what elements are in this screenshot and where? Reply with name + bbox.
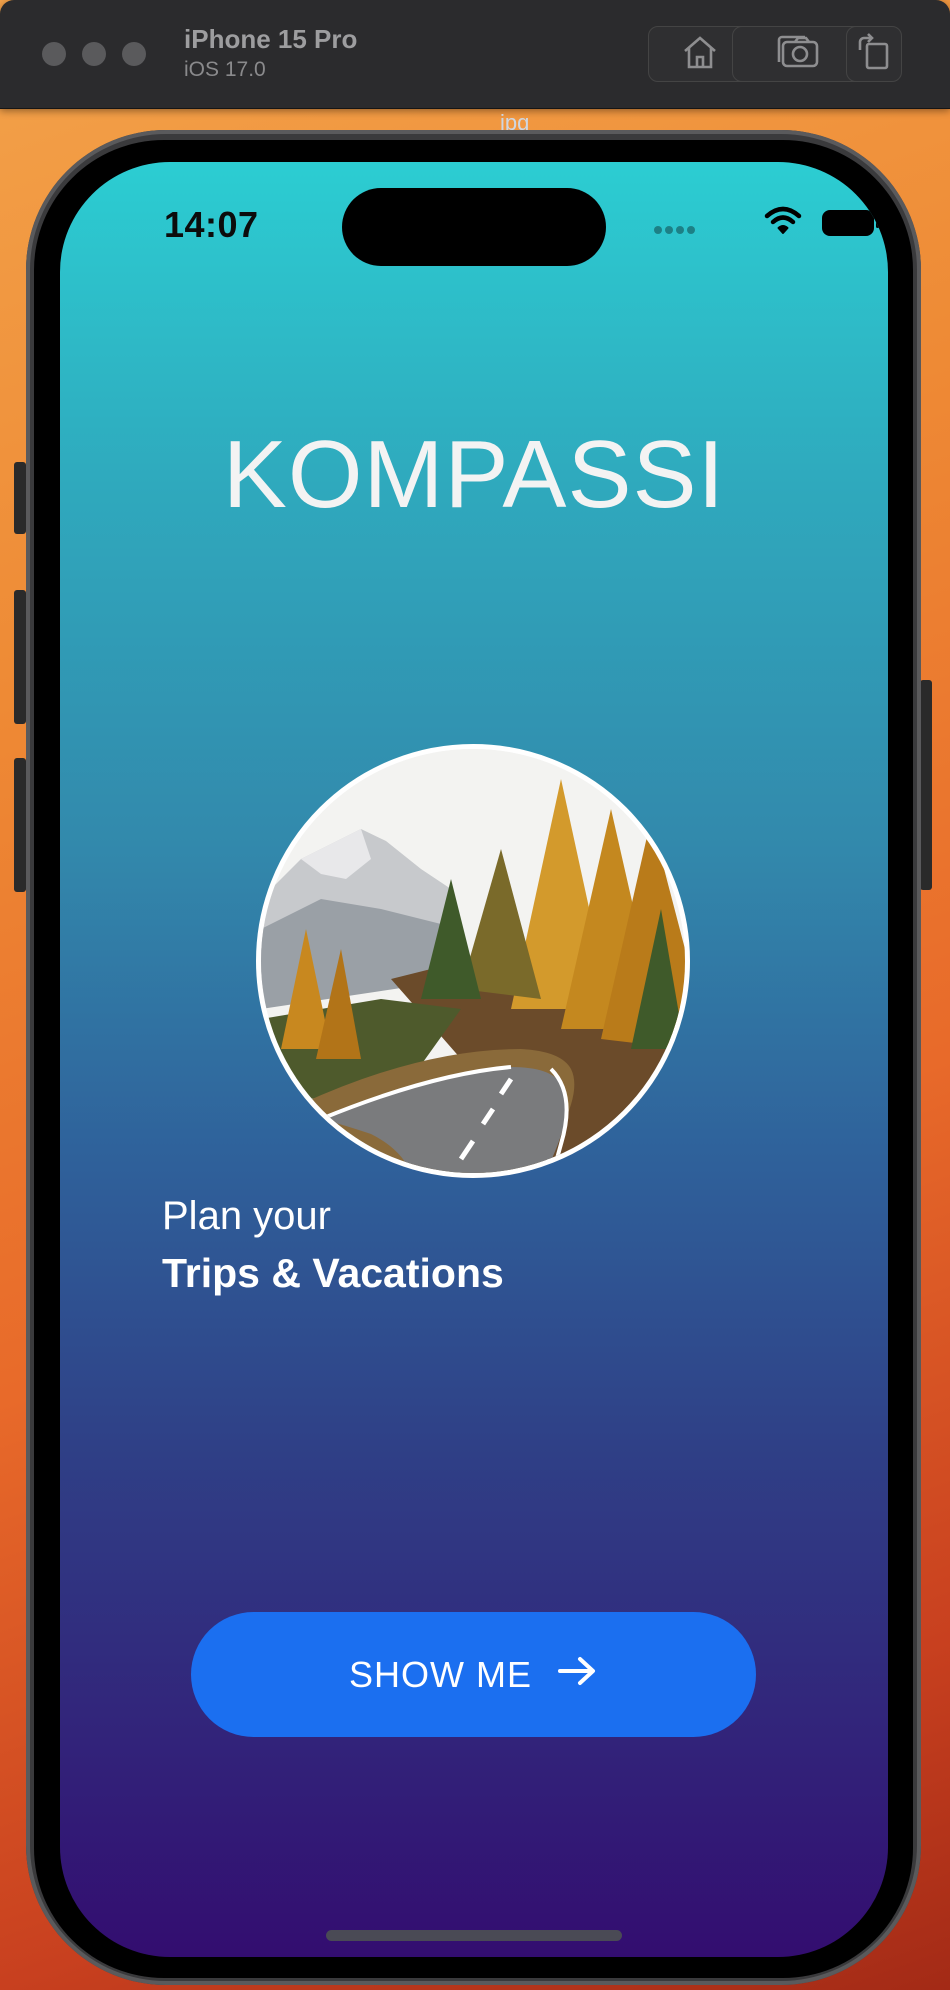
tagline-line2: Trips & Vacations — [162, 1250, 504, 1296]
home-indicator[interactable] — [326, 1930, 622, 1941]
show-me-label: SHOW ME — [349, 1653, 532, 1695]
show-me-button[interactable]: SHOW ME — [191, 1612, 756, 1737]
power-button[interactable] — [920, 680, 932, 890]
rotate-button[interactable] — [846, 26, 902, 82]
camera-icon — [775, 34, 821, 75]
simulator-titlebar: iPhone 15 Pro iOS 17.0 — [0, 0, 950, 109]
status-time: 14:07 — [164, 204, 259, 245]
status-icons — [650, 206, 879, 246]
os-version: iOS 17.0 — [184, 58, 266, 81]
volume-up-button[interactable] — [14, 590, 26, 724]
battery-icon — [822, 210, 874, 236]
dynamic-island — [342, 188, 606, 266]
volume-down-button[interactable] — [14, 758, 26, 892]
arrow-right-icon — [556, 1654, 598, 1696]
wifi-icon — [764, 206, 802, 241]
home-icon — [680, 33, 720, 76]
zoom-window-button[interactable] — [122, 42, 146, 66]
battery-cap — [876, 218, 879, 228]
phone-screen: 14:07 KOMPASSI Plan your Trips & Vacatio… — [60, 162, 888, 1957]
tagline-line1: Plan your — [162, 1194, 331, 1238]
minimize-window-button[interactable] — [82, 42, 106, 66]
hero-image — [256, 744, 690, 1178]
action-button[interactable] — [14, 462, 26, 534]
close-window-button[interactable] — [42, 42, 66, 66]
app-title: KOMPASSI — [222, 421, 726, 528]
screenshot-button[interactable] — [732, 26, 864, 82]
device-name: iPhone 15 Pro — [184, 24, 358, 54]
rotate-icon — [854, 32, 894, 77]
